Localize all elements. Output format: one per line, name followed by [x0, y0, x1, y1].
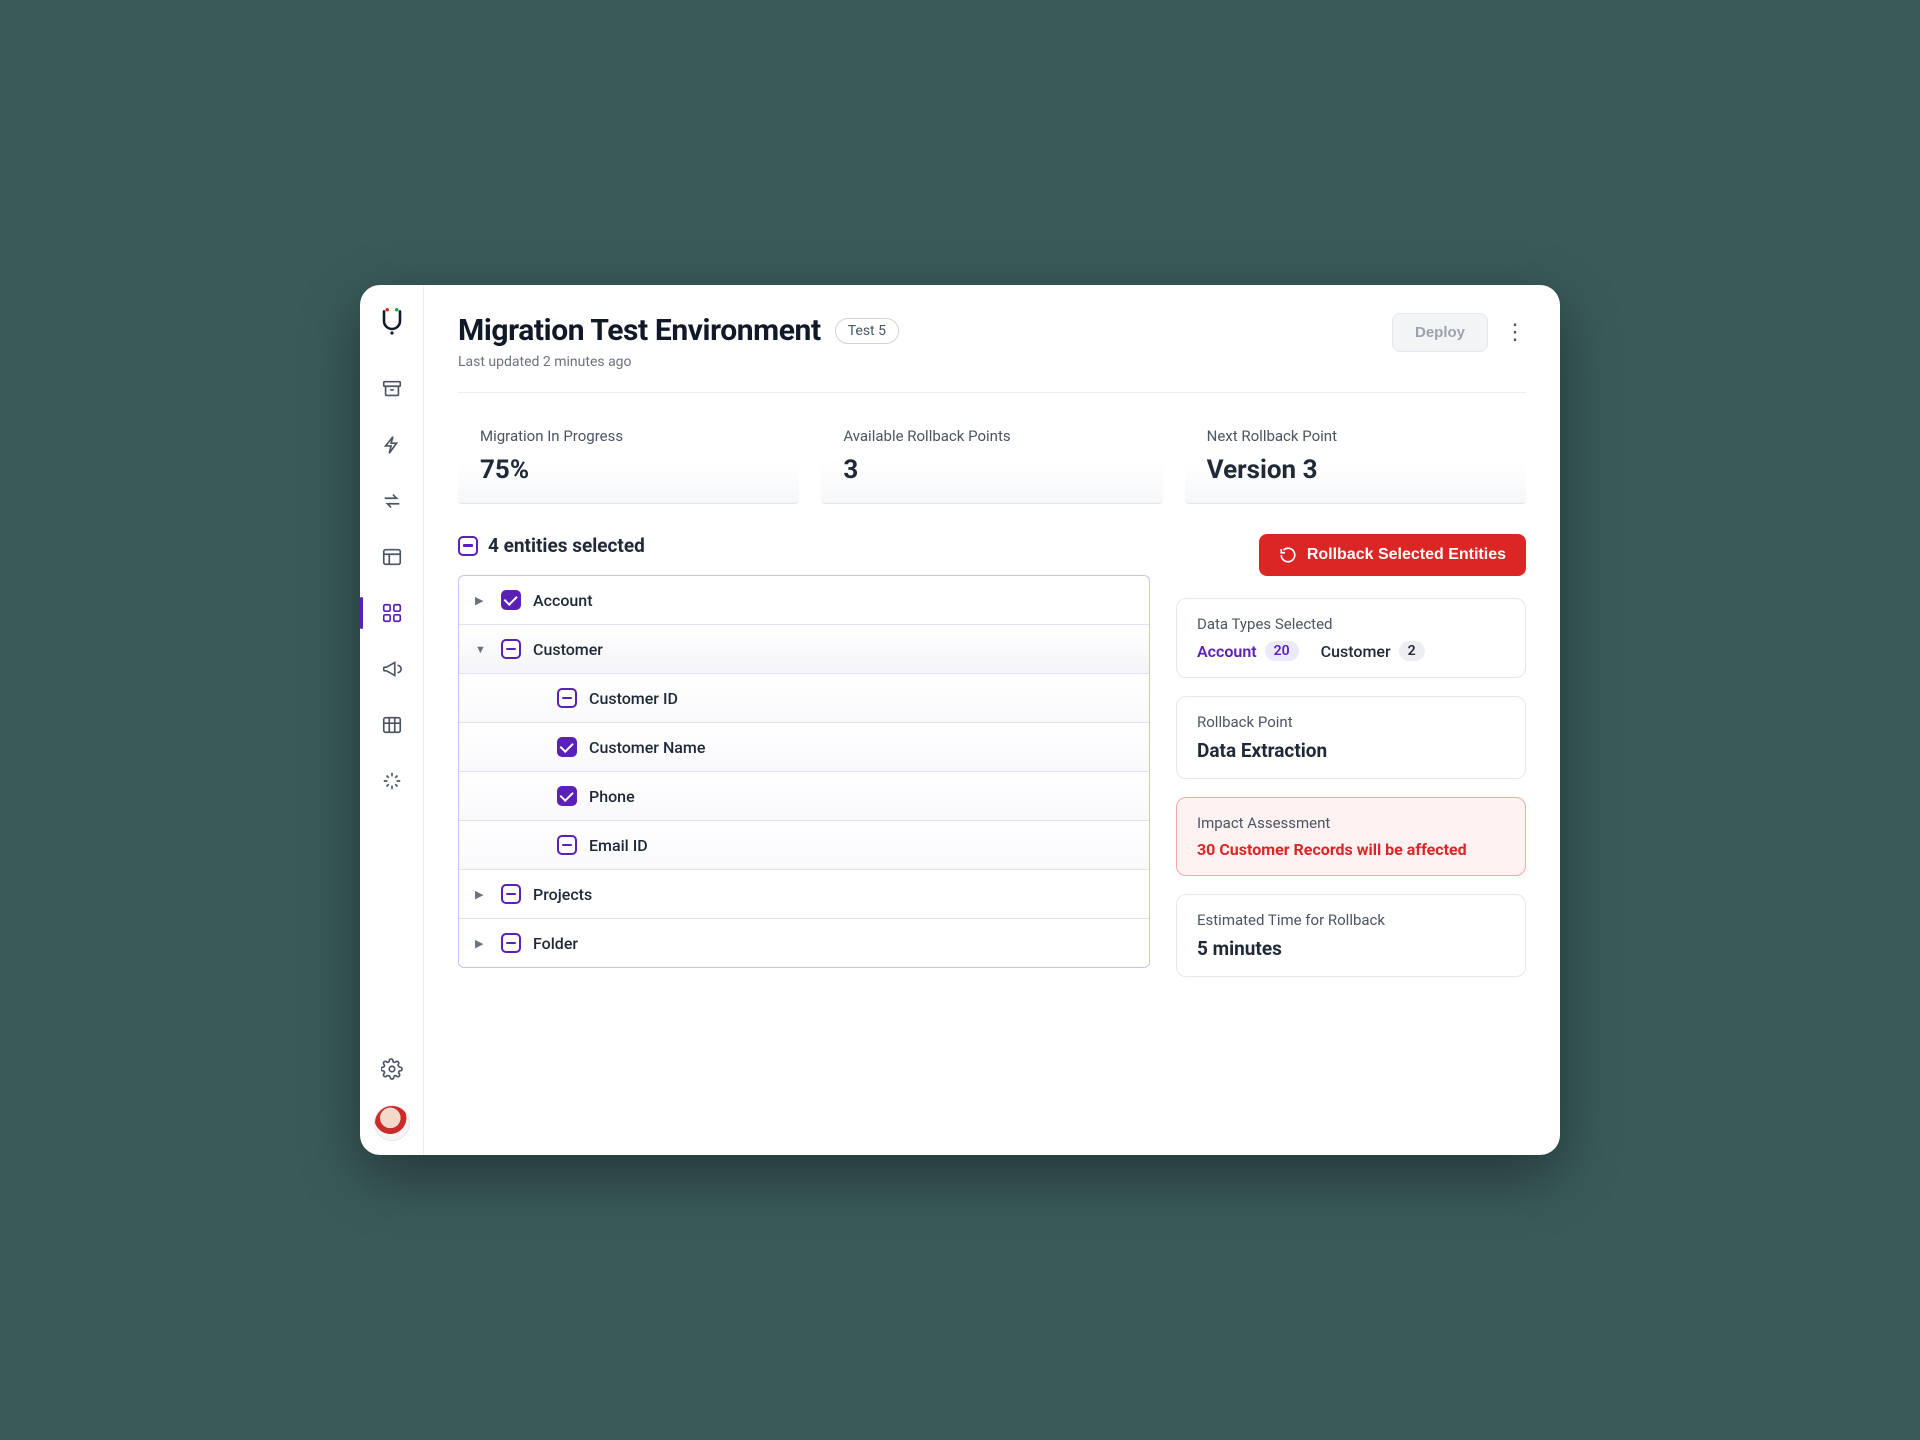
select-all-checkbox[interactable]	[458, 536, 478, 556]
tree-label: Customer Name	[589, 738, 705, 757]
kpi-next-rollback: Next Rollback Point Version 3	[1185, 411, 1526, 504]
tree-label: Account	[533, 591, 593, 610]
refresh-icon	[1279, 546, 1297, 564]
nav-archive[interactable]	[370, 367, 414, 411]
caret-right-icon[interactable]: ▶	[475, 888, 489, 901]
kpi-label: Next Rollback Point	[1207, 427, 1504, 445]
nav-announce[interactable]	[370, 647, 414, 691]
app-window: Migration Test Environment Test 5 Last u…	[360, 285, 1560, 1155]
nav-lightning[interactable]	[370, 423, 414, 467]
tree-label: Email ID	[589, 836, 648, 855]
nav-layout[interactable]	[370, 535, 414, 579]
title-badge: Test 5	[835, 318, 899, 344]
nav-sparkle[interactable]	[370, 759, 414, 803]
entity-tree: ▶ Account ▼ Customer Customer ID	[458, 575, 1150, 968]
checkbox-customer-id[interactable]	[557, 688, 577, 708]
rollback-button-label: Rollback Selected Entities	[1307, 546, 1506, 564]
panel-impact-assessment: Impact Assessment 30 Customer Records wi…	[1176, 797, 1526, 876]
kpi-value: 3	[843, 455, 1140, 485]
sidebar	[360, 285, 424, 1155]
caret-right-icon[interactable]: ▶	[475, 937, 489, 950]
tree-label: Folder	[533, 934, 578, 953]
panel-value: 5 minutes	[1197, 937, 1505, 960]
tree-row-customer-name[interactable]: Customer Name	[459, 722, 1149, 771]
tree-row-customer-id[interactable]: Customer ID	[459, 673, 1149, 722]
tree-row-email[interactable]: Email ID	[459, 820, 1149, 869]
more-menu-icon[interactable]: ⋮	[1504, 322, 1526, 344]
checkbox-folder[interactable]	[501, 933, 521, 953]
header-divider	[458, 392, 1526, 393]
tree-label: Customer ID	[589, 689, 678, 708]
chip-count: 20	[1265, 641, 1299, 661]
tree-label: Customer	[533, 640, 603, 659]
page-subtitle: Last updated 2 minutes ago	[458, 354, 899, 370]
kpi-row: Migration In Progress 75% Available Roll…	[458, 411, 1526, 504]
panel-rollback-point: Rollback Point Data Extraction	[1176, 696, 1526, 779]
panel-data-types: Data Types Selected Account 20 Customer …	[1176, 598, 1526, 678]
checkbox-customer-name[interactable]	[557, 737, 577, 757]
sidebar-nav	[360, 367, 423, 803]
kpi-label: Migration In Progress	[480, 427, 777, 445]
main-content: Migration Test Environment Test 5 Last u…	[424, 285, 1560, 1155]
chip-label: Customer	[1321, 642, 1391, 661]
page-title: Migration Test Environment	[458, 313, 821, 348]
chip-account[interactable]: Account 20	[1197, 641, 1299, 661]
nav-dashboard[interactable]	[370, 591, 414, 635]
caret-down-icon[interactable]: ▼	[475, 643, 489, 656]
tree-row-projects[interactable]: ▶ Projects	[459, 869, 1149, 918]
checkbox-projects[interactable]	[501, 884, 521, 904]
tree-label: Projects	[533, 885, 592, 904]
user-avatar[interactable]	[374, 1105, 410, 1141]
chip-label: Account	[1197, 642, 1257, 661]
page-header: Migration Test Environment Test 5 Last u…	[458, 313, 1526, 370]
nav-transfer[interactable]	[370, 479, 414, 523]
nav-table[interactable]	[370, 703, 414, 747]
checkbox-email[interactable]	[557, 835, 577, 855]
app-logo	[374, 303, 410, 339]
kpi-rollback-points: Available Rollback Points 3	[821, 411, 1162, 504]
kpi-value: Version 3	[1207, 455, 1504, 485]
tree-row-phone[interactable]: Phone	[459, 771, 1149, 820]
tree-row-account[interactable]: ▶ Account	[459, 576, 1149, 624]
panel-label: Impact Assessment	[1197, 814, 1505, 832]
panel-label: Estimated Time for Rollback	[1197, 911, 1505, 929]
checkbox-phone[interactable]	[557, 786, 577, 806]
chip-count: 2	[1399, 641, 1425, 661]
kpi-value: 75%	[480, 455, 777, 485]
selection-count: 4 entities selected	[488, 534, 645, 557]
deploy-button[interactable]: Deploy	[1392, 313, 1488, 352]
checkbox-account[interactable]	[501, 590, 521, 610]
panel-label: Rollback Point	[1197, 713, 1505, 731]
panel-value: Data Extraction	[1197, 739, 1505, 762]
kpi-label: Available Rollback Points	[843, 427, 1140, 445]
caret-right-icon[interactable]: ▶	[475, 594, 489, 607]
nav-settings[interactable]	[370, 1047, 414, 1091]
tree-row-folder[interactable]: ▶ Folder	[459, 918, 1149, 967]
kpi-migration-progress: Migration In Progress 75%	[458, 411, 799, 504]
panel-label: Data Types Selected	[1197, 615, 1505, 633]
checkbox-customer[interactable]	[501, 639, 521, 659]
panel-eta: Estimated Time for Rollback 5 minutes	[1176, 894, 1526, 977]
tree-label: Phone	[589, 787, 635, 806]
chip-customer[interactable]: Customer 2	[1321, 641, 1425, 661]
panel-value: 30 Customer Records will be affected	[1197, 840, 1505, 859]
rollback-button[interactable]: Rollback Selected Entities	[1259, 534, 1526, 576]
tree-row-customer[interactable]: ▼ Customer	[459, 624, 1149, 673]
selection-summary: 4 entities selected	[458, 534, 1150, 557]
